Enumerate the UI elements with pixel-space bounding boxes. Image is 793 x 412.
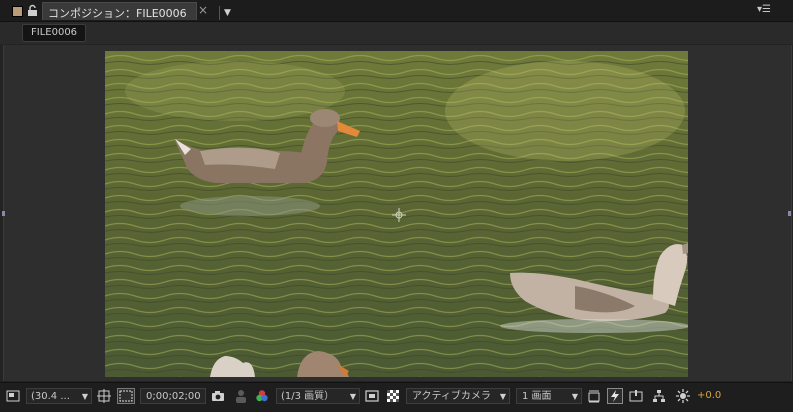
chevron-down-icon: ▼ bbox=[499, 392, 506, 401]
lock-icon[interactable] bbox=[27, 4, 38, 17]
current-time-display[interactable]: 0;00;02;00 bbox=[140, 388, 206, 404]
views-value: 1 画面 bbox=[522, 391, 552, 402]
composition-navigator: FILE0006 bbox=[0, 22, 793, 44]
magnification-value: (30.4 ... bbox=[31, 391, 70, 402]
chevron-down-icon: ▼ bbox=[349, 392, 356, 401]
title-action-safe-icon[interactable] bbox=[97, 389, 111, 403]
view-layout-dropdown[interactable]: 1 画面 ▼ bbox=[516, 388, 582, 404]
magnification-dropdown[interactable]: (30.4 ... ▼ bbox=[26, 388, 92, 404]
chevron-down-icon[interactable]: ▼ bbox=[219, 6, 235, 20]
crosshair-icon bbox=[392, 208, 406, 222]
toggle-pixel-aspect-icon[interactable] bbox=[587, 389, 601, 403]
exposure-value[interactable]: +0.0 bbox=[697, 390, 721, 401]
resize-handle-left[interactable] bbox=[2, 211, 5, 216]
resolution-dropdown[interactable]: (1/3 画質） ▼ bbox=[276, 388, 360, 404]
tab-composition[interactable]: コンポジション：FILE0006 ▼ bbox=[42, 2, 231, 20]
label-color-swatch[interactable] bbox=[12, 6, 23, 17]
3d-view-dropdown[interactable]: アクティブカメラ ▼ bbox=[406, 388, 510, 404]
always-preview-icon[interactable] bbox=[6, 389, 20, 403]
flowchart-icon[interactable] bbox=[652, 389, 666, 403]
chevron-down-icon: ▼ bbox=[571, 392, 578, 401]
tab-title: コンポジション：FILE0006 bbox=[48, 7, 187, 20]
camera-value: アクティブカメラ bbox=[412, 391, 491, 402]
resolution-value: (1/3 画質） bbox=[281, 391, 335, 402]
resize-handle-right[interactable] bbox=[788, 211, 791, 216]
mask-visibility-icon[interactable] bbox=[117, 388, 135, 404]
region-of-interest-icon[interactable] bbox=[365, 389, 379, 403]
viewer-toolbar: (30.4 ... ▼ 0;00;02;00 (1/3 画質） ▼ アクティブカ… bbox=[0, 382, 793, 412]
panel-menu-icon[interactable]: ▾☰ bbox=[757, 3, 771, 17]
panel-tab-bar: コンポジション：FILE0006 ▼ × ▾☰ bbox=[0, 0, 793, 22]
chevron-down-icon: ▼ bbox=[81, 392, 88, 401]
breadcrumb[interactable]: FILE0006 bbox=[22, 24, 87, 42]
timecode: 0;00;02;00 bbox=[146, 391, 201, 402]
show-snapshot-icon[interactable] bbox=[234, 389, 248, 403]
timeline-icon[interactable] bbox=[629, 389, 643, 403]
camera-snapshot-icon[interactable] bbox=[211, 389, 225, 403]
reset-exposure-icon[interactable] bbox=[676, 389, 690, 403]
show-channel-icon[interactable] bbox=[255, 389, 269, 403]
transparency-grid-icon[interactable] bbox=[386, 389, 400, 403]
fast-previews-icon[interactable] bbox=[607, 388, 623, 404]
close-icon[interactable]: × bbox=[198, 3, 208, 17]
